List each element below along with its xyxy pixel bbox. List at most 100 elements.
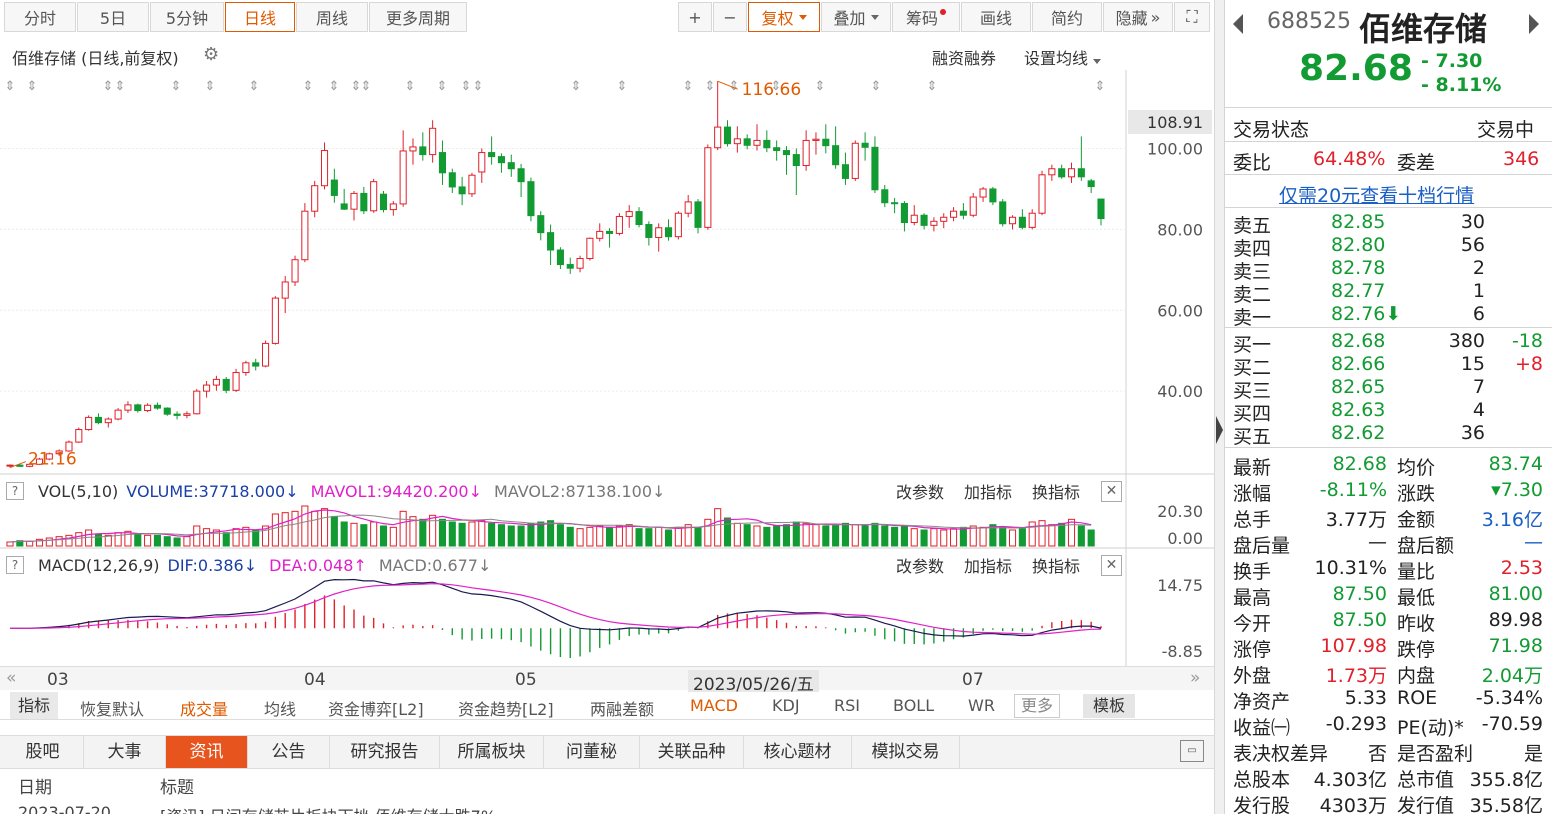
ask-row[interactable]: 卖一 82.76⬇ 6 <box>1225 302 1552 329</box>
notify-dot-icon <box>940 9 946 15</box>
set-ma-button[interactable]: 设置均线 <box>1024 45 1102 69</box>
info-tab[interactable]: 公告 <box>248 736 330 768</box>
info-tabs: 股吧 大事 资讯 公告 研究报告 所属板块 问董秘 关联品种 核心题材 模拟交易 <box>0 735 1214 769</box>
news-row[interactable]: 2023-07-20 [资讯] 日间存储芯片板块下挫 佰维存储大跌7% <box>0 801 1214 814</box>
info-tab[interactable]: 研究报告 <box>330 736 440 768</box>
indicator-item[interactable]: MACD <box>690 696 738 715</box>
collapse-arrow-icon[interactable] <box>1216 416 1223 444</box>
add-indicator-button[interactable]: 加指标 <box>964 479 1012 503</box>
indicator-item[interactable]: 模板 <box>1083 694 1136 718</box>
scroll-left-icon[interactable]: « <box>6 668 16 688</box>
volume-bar <box>979 526 987 547</box>
prev-stock-icon[interactable] <box>1233 14 1243 34</box>
close-icon[interactable]: ✕ <box>1101 481 1122 502</box>
zoom-out-button[interactable]: − <box>713 2 747 32</box>
stat-label: 总手 <box>1233 509 1272 531</box>
help-icon[interactable]: ? <box>6 482 24 500</box>
volume-bar <box>920 529 928 547</box>
edit-params-button[interactable]: 改参数 <box>896 553 944 577</box>
news-title[interactable]: [资讯] 日间存储芯片板块下挫 佰维存储大跌7% <box>160 803 496 814</box>
indicator-item[interactable]: 资金趋势[L2] <box>458 696 554 720</box>
period-button[interactable]: 日线 <box>225 2 295 32</box>
bid-row[interactable]: 买三 82.65 7 <box>1225 375 1552 402</box>
vol-header: ? VOL(5,10) VOLUME:37718.000 ↓ MAVOL1:94… <box>0 477 1214 505</box>
toolbar-button[interactable]: 筹码 <box>892 2 960 32</box>
ask-row[interactable]: 卖二 82.77 1 <box>1225 279 1552 306</box>
ask-row[interactable]: 卖五 82.85 30 <box>1225 210 1552 237</box>
indicator-item[interactable]: 恢复默认 <box>80 696 144 720</box>
next-stock-icon[interactable] <box>1529 14 1539 34</box>
switch-indicator-button[interactable]: 换指标 <box>1032 479 1080 503</box>
info-tab[interactable]: 关联品种 <box>640 736 744 768</box>
indicator-item[interactable]: 资金博弈[L2] <box>328 696 424 720</box>
toolbar-button[interactable]: 隐藏» <box>1103 2 1173 32</box>
toolbar-button[interactable]: 叠加 <box>821 2 891 32</box>
candle-body <box>340 203 348 210</box>
volume-bar <box>330 516 338 547</box>
period-button[interactable]: 5日 <box>77 2 149 32</box>
stat-value: 82.68 <box>1332 453 1387 475</box>
period-button[interactable]: 5分钟 <box>150 2 224 32</box>
info-tab[interactable]: 模拟交易 <box>852 736 960 768</box>
dock-icon[interactable]: ▭ <box>1180 740 1204 762</box>
edit-params-button[interactable]: 改参数 <box>896 479 944 503</box>
bid-row[interactable]: 买五 82.62 36 <box>1225 421 1552 448</box>
period-button[interactable]: 分时 <box>4 2 76 32</box>
vol-tick-label: 0.00 <box>1167 529 1203 548</box>
gear-icon[interactable]: ⚙ <box>203 44 219 65</box>
event-marker-icon: ⇕ <box>461 79 472 94</box>
add-indicator-button[interactable]: 加指标 <box>964 553 1012 577</box>
scroll-right-icon[interactable]: » <box>1190 668 1200 688</box>
info-tab[interactable]: 股吧 <box>2 736 84 768</box>
event-marker-icon: ⇕ <box>617 79 628 94</box>
panel-splitter[interactable] <box>1214 0 1224 814</box>
indicator-item[interactable]: WR <box>968 696 995 715</box>
level10-text[interactable]: 仅需20元查看十档行情 <box>1279 181 1474 208</box>
margin-trade-button[interactable]: 融资融券 <box>932 45 996 69</box>
toolbar-button[interactable]: 复权 <box>748 2 820 32</box>
bid-row[interactable]: 买四 82.63 4 <box>1225 398 1552 425</box>
period-button[interactable]: 更多周期 <box>369 2 467 32</box>
bid-row[interactable]: 买一 82.68 380 -18 <box>1225 329 1552 356</box>
info-tab[interactable]: 核心题材 <box>744 736 852 768</box>
indicator-item[interactable]: 成交量 <box>180 696 228 720</box>
indicator-item[interactable]: KDJ <box>772 696 800 715</box>
indicator-item[interactable]: 两融差额 <box>590 696 654 720</box>
fullscreen-icon[interactable]: ⛶ <box>1174 2 1210 32</box>
close-icon[interactable]: ✕ <box>1101 555 1122 576</box>
indicator-item[interactable]: BOLL <box>893 696 934 715</box>
switch-indicator-button[interactable]: 换指标 <box>1032 553 1080 577</box>
volume-bar <box>448 521 456 547</box>
volume-bar <box>1048 524 1056 547</box>
stat-label: 量比 <box>1397 561 1436 583</box>
ask-row[interactable]: 卖三 82.78 2 <box>1225 256 1552 283</box>
level10-link[interactable]: 仅需20元查看十档行情 <box>1225 179 1552 208</box>
stat-row: 涨幅 -8.11% 涨跌 ▾7.30 <box>1225 477 1552 505</box>
candle-body <box>1067 168 1076 178</box>
bid-row[interactable]: 买二 82.66 15 +8 <box>1225 352 1552 379</box>
toolbar-button[interactable]: 画线 <box>961 2 1031 32</box>
candle-body <box>881 189 889 204</box>
help-icon[interactable]: ? <box>6 556 24 574</box>
indicator-item[interactable]: 均线 <box>264 696 296 720</box>
event-marker-icon: ⇕ <box>115 79 126 94</box>
ask-row[interactable]: 卖四 82.80 56 <box>1225 233 1552 260</box>
stat-row: 总手 3.77万 金额 3.16亿 <box>1225 503 1552 531</box>
volume-bar <box>606 526 614 547</box>
toolbar-button[interactable]: 简约 <box>1032 2 1102 32</box>
indicator-item[interactable]: 指标 <box>10 692 59 719</box>
indicator-item[interactable]: RSI <box>834 696 860 715</box>
info-tab[interactable]: 所属板块 <box>440 736 544 768</box>
period-button[interactable]: 周线 <box>296 2 368 32</box>
zoom-in-button[interactable]: + <box>678 2 712 32</box>
stat-row: 换手 10.31% 量比 2.53 <box>1225 555 1552 583</box>
info-tab[interactable]: 资讯 <box>166 736 248 768</box>
info-tab[interactable]: 问董秘 <box>544 736 640 768</box>
candle-body <box>193 390 201 415</box>
candle-body <box>370 181 378 212</box>
event-marker-icon: ⇕ <box>871 79 882 94</box>
stat-value: -0.293 <box>1325 713 1387 735</box>
stat-value: 3.77万 <box>1325 509 1387 531</box>
info-tab[interactable]: 大事 <box>84 736 166 768</box>
indicator-item[interactable]: 更多 <box>1014 694 1061 718</box>
